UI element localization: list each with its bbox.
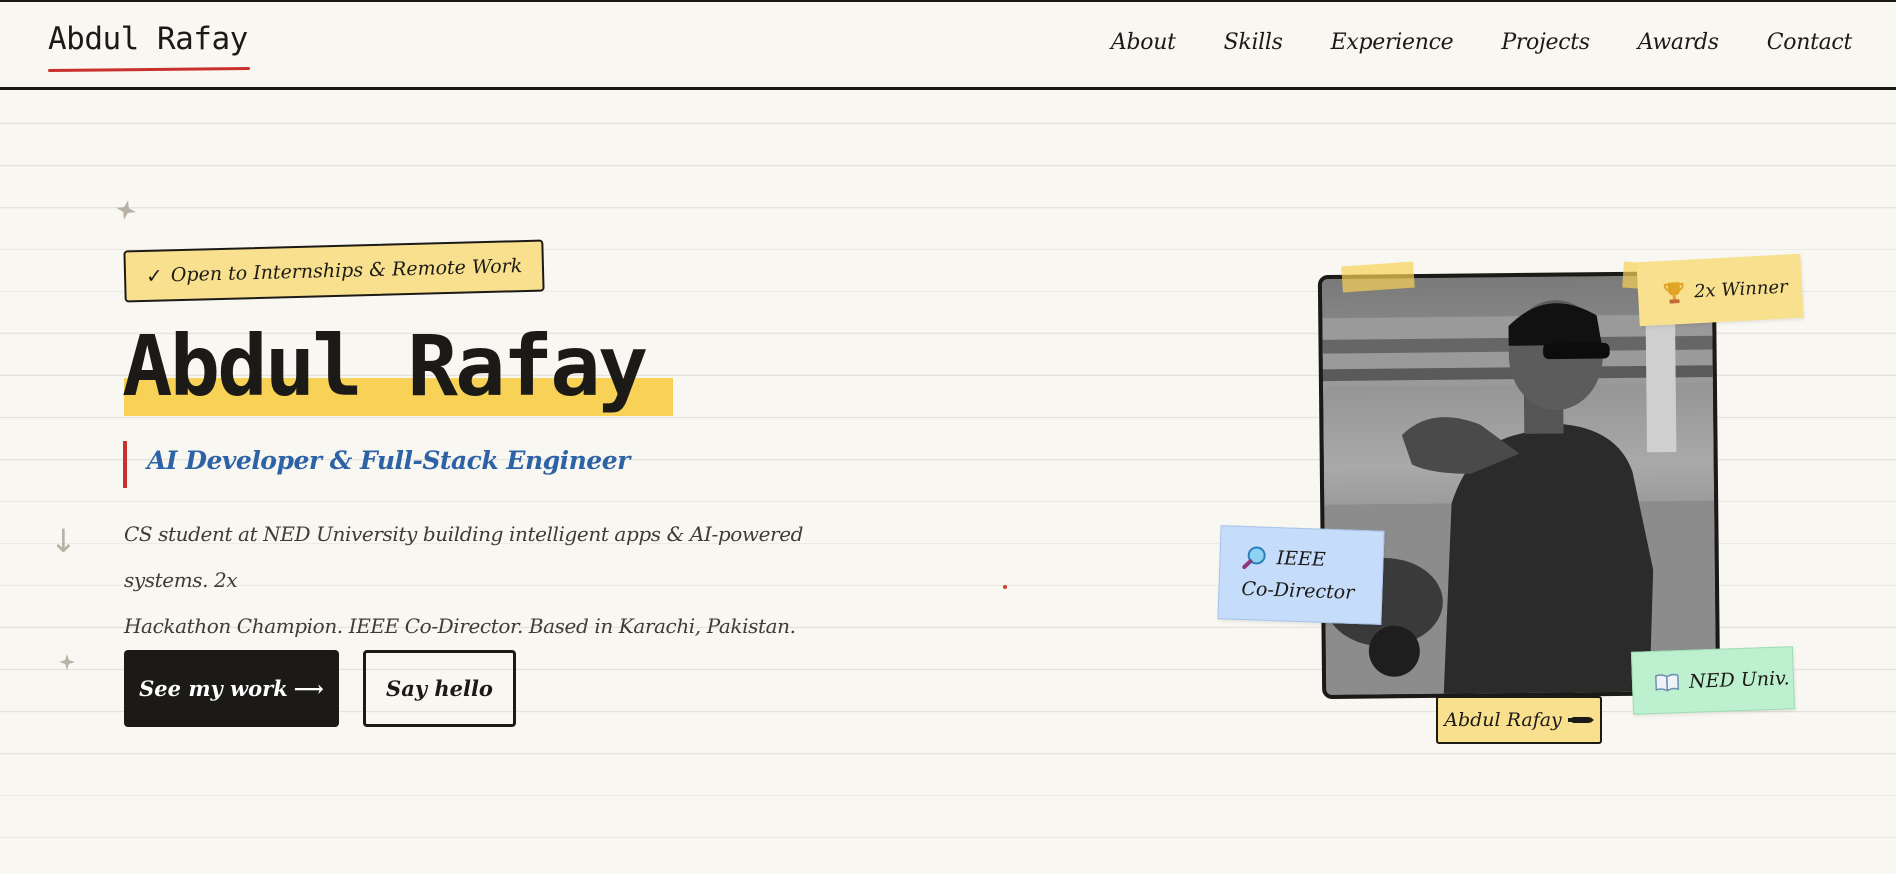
magnifier-icon xyxy=(1242,545,1267,570)
trophy-icon xyxy=(1663,281,1685,304)
ieee-sticky-title: IEEE xyxy=(1276,547,1327,571)
tape-strip xyxy=(1341,261,1415,293)
sparkle-icon xyxy=(59,654,75,670)
see-my-work-label: See my work xyxy=(139,676,288,701)
pen-icon xyxy=(1567,714,1594,726)
award-sticky-label: 2x Winner xyxy=(1693,275,1789,302)
ieee-sticky-subtitle: Co-Director xyxy=(1241,577,1355,604)
check-icon: ✓ xyxy=(145,263,164,288)
logo-underline xyxy=(47,66,251,73)
nav-link-experience[interactable]: Experience xyxy=(1331,30,1454,55)
nav-link-awards[interactable]: Awards xyxy=(1638,30,1719,55)
hero-bio-line: Hackathon Champion. IEEE Co-Director. Ba… xyxy=(124,614,796,638)
arrow-right-icon: ⟶ xyxy=(293,676,324,701)
open-book-icon xyxy=(1655,673,1680,692)
nav-link-projects[interactable]: Projects xyxy=(1501,30,1590,55)
nav-link-about[interactable]: About xyxy=(1111,30,1176,55)
university-sticky-label: NED Univ. xyxy=(1688,666,1790,693)
profile-photo-image xyxy=(1321,274,1717,696)
photo-name-tag: Abdul Rafay xyxy=(1436,696,1602,744)
see-my-work-button[interactable]: See my work ⟶ xyxy=(124,650,339,727)
sparkle-icon xyxy=(114,198,138,222)
profile-photo xyxy=(1317,270,1721,700)
hero-bio: CS student at NED University building in… xyxy=(124,511,884,649)
main-nav: About Skills Experience Projects Awards … xyxy=(1111,30,1852,55)
ieee-sticky-note: IEEE Co-Director xyxy=(1217,525,1385,625)
hero-title: Abdul Rafay xyxy=(122,317,648,415)
hero-bio-line: CS student at NED University building in… xyxy=(124,522,804,592)
role-accent-bar xyxy=(123,441,127,488)
decorative-dot xyxy=(1003,585,1007,589)
nav-link-contact[interactable]: Contact xyxy=(1767,30,1853,55)
university-sticky-note: NED Univ. xyxy=(1630,646,1796,715)
say-hello-button[interactable]: Say hello xyxy=(363,650,516,727)
site-header: Abdul Rafay About Skills Experience Proj… xyxy=(0,2,1896,90)
nav-link-skills[interactable]: Skills xyxy=(1224,30,1283,55)
logo-link[interactable]: Abdul Rafay xyxy=(48,21,248,57)
hero-subtitle: AI Developer & Full-Stack Engineer xyxy=(147,446,630,475)
award-sticky-note: 2x Winner xyxy=(1636,253,1804,327)
photo-name-tag-label: Abdul Rafay xyxy=(1444,709,1562,731)
availability-badge: ✓ Open to Internships & Remote Work xyxy=(123,239,545,303)
arrow-down-icon: ↓ xyxy=(50,522,77,560)
availability-badge-label: Open to Internships & Remote Work xyxy=(170,255,523,287)
